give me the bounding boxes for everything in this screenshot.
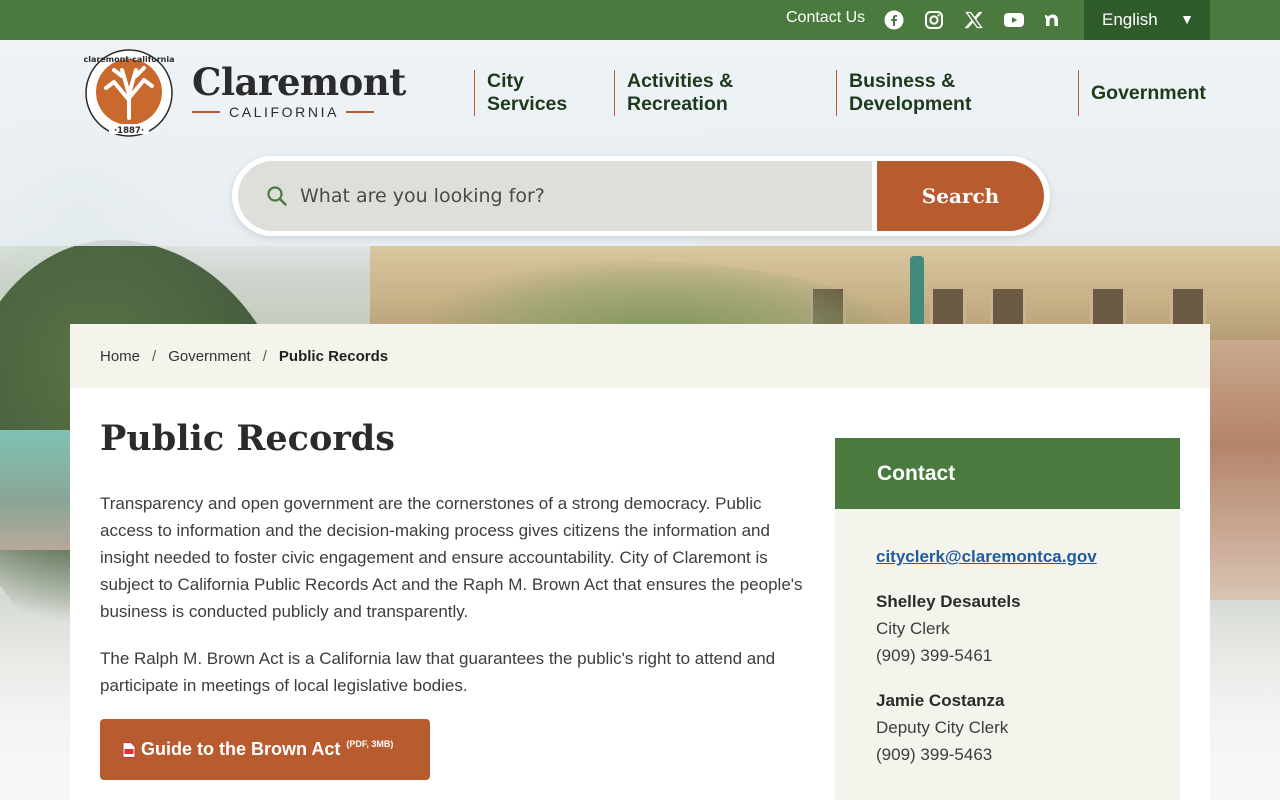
contact-person: Jamie Costanza Deputy City Clerk (909) 3… xyxy=(876,687,1180,768)
youtube-icon[interactable] xyxy=(1003,9,1025,31)
site-logo-subtitle: CALIFORNIA xyxy=(192,104,375,120)
search-icon xyxy=(267,186,287,206)
brown-act-paragraph: The Ralph M. Brown Act is a California l… xyxy=(100,649,776,695)
breadcrumb-home[interactable]: Home xyxy=(100,348,140,365)
search-bar: Search xyxy=(232,156,1050,236)
search-button[interactable]: Search xyxy=(877,161,1044,231)
utility-bar: Contact Us English ▼ xyxy=(0,0,1280,40)
person-name: Shelley Desautels xyxy=(876,592,1021,611)
brown-act-guide-button[interactable]: Guide to the Brown Act (PDF, 3MB) xyxy=(100,719,430,780)
person-phone: (909) 399-5463 xyxy=(876,745,993,764)
page-title: Public Records xyxy=(100,418,395,459)
contact-panel: Contact cityclerk@claremontca.gov Shelle… xyxy=(835,438,1180,800)
instagram-icon[interactable] xyxy=(923,9,945,31)
svg-text:claremont·california: claremont·california xyxy=(84,55,174,64)
nav-business-development[interactable]: Business & Development xyxy=(836,70,1078,116)
person-title: Deputy City Clerk xyxy=(876,718,1009,737)
nextdoor-icon[interactable] xyxy=(1043,9,1065,31)
contact-heading: Contact xyxy=(835,438,1180,509)
intro-paragraph: Transparency and open government are the… xyxy=(100,494,803,621)
person-title: City Clerk xyxy=(876,619,950,638)
nav-activities-recreation[interactable]: Activities & Recreation xyxy=(614,70,836,116)
person-name: Jamie Costanza xyxy=(876,691,1005,710)
search-input[interactable] xyxy=(300,173,860,219)
nav-city-services[interactable]: City Services xyxy=(474,70,614,116)
breadcrumb-government[interactable]: Government xyxy=(168,348,251,365)
nav-government[interactable]: Government xyxy=(1078,70,1210,116)
person-phone: (909) 399-5461 xyxy=(876,646,993,665)
language-select[interactable]: English ▼ xyxy=(1084,0,1210,40)
contact-us-link[interactable]: Contact Us xyxy=(786,9,865,27)
site-logo-name[interactable]: Claremont xyxy=(192,60,406,104)
breadcrumb-separator: / xyxy=(152,347,157,365)
caret-down-icon: ▼ xyxy=(1180,11,1194,27)
facebook-icon[interactable] xyxy=(883,9,905,31)
breadcrumb: Home / Government / Public Records xyxy=(70,324,1210,388)
svg-text:·1887·: ·1887· xyxy=(114,126,144,136)
pdf-icon xyxy=(122,741,136,758)
guide-file-info: (PDF, 3MB) xyxy=(346,738,394,749)
contact-person: Shelley Desautels City Clerk (909) 399-5… xyxy=(876,588,1180,669)
main-content: Public Records Transparency and open gov… xyxy=(70,388,1210,800)
contact-email-link[interactable]: cityclerk@claremontca.gov xyxy=(876,543,1180,570)
breadcrumb-separator: / xyxy=(262,347,267,365)
x-icon[interactable] xyxy=(963,9,985,31)
main-navigation: City Services Activities & Recreation Bu… xyxy=(474,70,1210,116)
breadcrumb-current: Public Records xyxy=(278,347,389,365)
city-seal-logo[interactable]: claremont·california ·1887· xyxy=(84,48,174,138)
guide-button-label: Guide to the Brown Act xyxy=(141,739,341,759)
language-label: English xyxy=(1102,10,1158,29)
